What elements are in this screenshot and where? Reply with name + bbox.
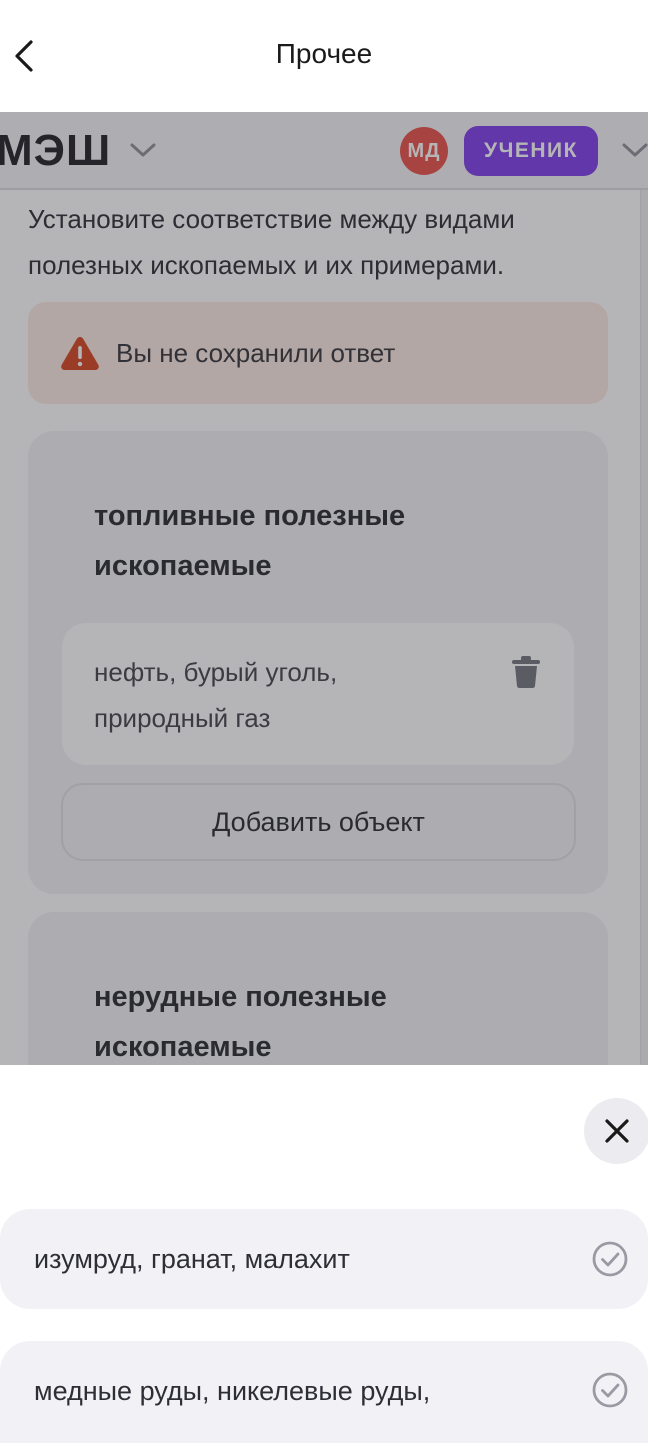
dim-overlay[interactable]: [0, 112, 648, 1065]
close-button[interactable]: [584, 1098, 648, 1164]
sheet-option[interactable]: изумруд, гранат, малахит: [0, 1209, 648, 1309]
option-text: изумруд, гранат, малахит: [34, 1244, 350, 1274]
page-title: Прочее: [275, 38, 373, 69]
sheet-option[interactable]: медные руды, никелевые руды,: [0, 1341, 648, 1443]
check-circle-icon: [592, 1241, 628, 1277]
check-circle-icon: [592, 1372, 628, 1408]
close-icon: [605, 1119, 629, 1143]
option-text: медные руды, никелевые руды,: [34, 1376, 431, 1406]
bottom-sheet: изумруд, гранат, малахит медные руды, ни…: [0, 1065, 648, 1443]
app-top-bar: Прочее: [0, 0, 648, 112]
